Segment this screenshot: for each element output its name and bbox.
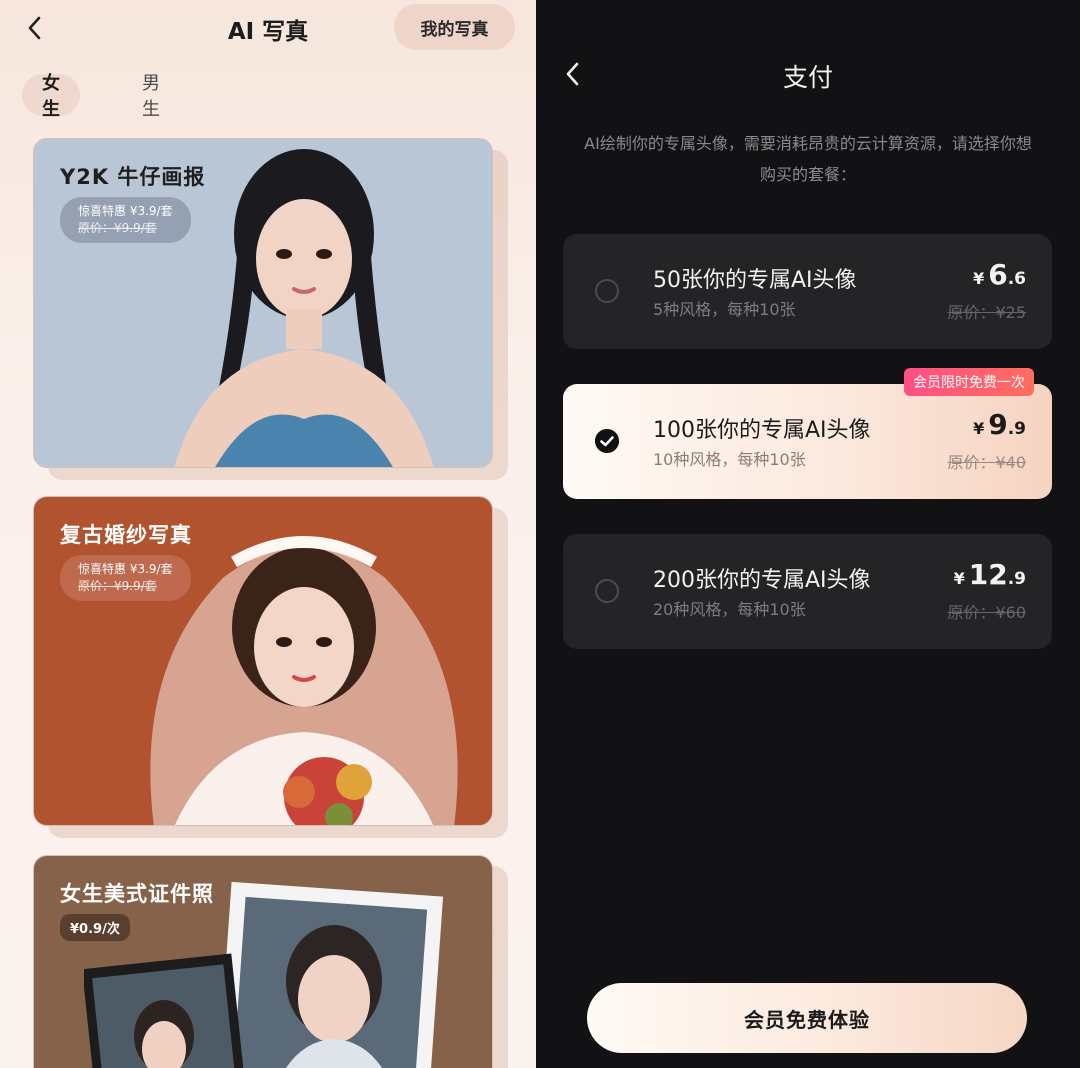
- promo-price: 惊喜特惠 ¥3.9/套: [78, 562, 173, 576]
- plan-original-price: 原价：¥40: [947, 453, 1026, 472]
- tab-female[interactable]: 女生: [22, 73, 80, 120]
- my-photos-button[interactable]: 我的写真: [394, 4, 515, 50]
- price-badge: 惊喜特惠 ¥3.9/套 原价：¥9.9/套: [60, 197, 191, 243]
- radio-unchecked-icon[interactable]: [595, 579, 619, 603]
- plan-name: 50张你的专属AI头像: [653, 268, 857, 293]
- style-card-id-photo[interactable]: 女生美式证件照 ¥0.9/次: [33, 855, 493, 1068]
- id-photo-collage: [84, 881, 444, 1068]
- plan-name: 100张你的专属AI头像: [653, 418, 871, 443]
- plan-option-100[interactable]: 会员限时免费一次 100张你的专属AI头像 10种风格，每种10张 ¥9.9 原…: [563, 368, 1052, 499]
- price-decimal: .6: [1007, 269, 1026, 289]
- plan-price: ¥9.9: [973, 408, 1026, 441]
- plan-price: ¥6.6: [973, 258, 1026, 291]
- member-free-trial-button[interactable]: 会员免费体验: [587, 983, 1027, 1053]
- original-price: 原价：¥9.9/套: [78, 579, 157, 593]
- price-decimal: .9: [1007, 569, 1026, 589]
- radio-unchecked-icon[interactable]: [595, 279, 619, 303]
- page-title: 支付: [782, 63, 833, 92]
- price-integer: 12: [968, 558, 1008, 591]
- price-badge: 惊喜特惠 ¥3.9/套 原价：¥9.9/套: [60, 555, 191, 601]
- payment-description: AI绘制你的专属头像，需要消耗昂贵的云计算资源，请选择你想购买的套餐：: [584, 134, 1032, 184]
- original-price: 原价：¥9.9/套: [78, 221, 157, 235]
- radio-checked-icon[interactable]: [595, 429, 619, 453]
- plan-name: 200张你的专属AI头像: [653, 568, 871, 593]
- currency-symbol: ¥: [973, 269, 985, 288]
- member-promo-tag: 会员限时免费一次: [904, 368, 1034, 396]
- card-title: 女生美式证件照: [60, 882, 214, 906]
- plan-option-200[interactable]: 200张你的专属AI头像 20种风格，每种10张 ¥12.9 原价：¥60: [563, 534, 1052, 649]
- plan-price: ¥12.9: [954, 558, 1026, 591]
- tab-male[interactable]: 男生: [122, 73, 180, 120]
- price-decimal: .9: [1007, 419, 1026, 439]
- plan-original-price: 原价：¥60: [947, 603, 1026, 622]
- promo-price: 惊喜特惠 ¥3.9/套: [78, 204, 173, 218]
- style-card-wedding[interactable]: 复古婚纱写真 惊喜特惠 ¥3.9/套 原价：¥9.9/套: [33, 496, 493, 826]
- payment-panel: 支付 AI绘制你的专属头像，需要消耗昂贵的云计算资源，请选择你想购买的套餐： 5…: [536, 0, 1080, 1068]
- plan-detail: 5种风格，每种10张: [653, 300, 796, 319]
- style-card-y2k[interactable]: Y2K 牛仔画报 惊喜特惠 ¥3.9/套 原价：¥9.9/套: [33, 138, 493, 468]
- currency-symbol: ¥: [973, 419, 985, 438]
- price-integer: 9: [988, 408, 1008, 441]
- plan-detail: 20种风格，每种10张: [653, 600, 806, 619]
- plan-original-price: 原价：¥25: [947, 303, 1026, 322]
- plan-detail: 10种风格，每种10张: [653, 450, 806, 469]
- price-integer: 6: [988, 258, 1008, 291]
- plan-option-50[interactable]: 50张你的专属AI头像 5种风格，每种10张 ¥6.6 原价：¥25: [563, 234, 1052, 349]
- photo-catalog-panel: AI 写真 我的写真 女生 男生 Y2K 牛仔画报 惊喜特惠 ¥3.9/套 原价…: [0, 0, 536, 1068]
- card-title: Y2K 牛仔画报: [60, 165, 206, 189]
- currency-symbol: ¥: [953, 569, 965, 588]
- card-title: 复古婚纱写真: [60, 523, 192, 547]
- price-badge: ¥0.9/次: [60, 914, 130, 941]
